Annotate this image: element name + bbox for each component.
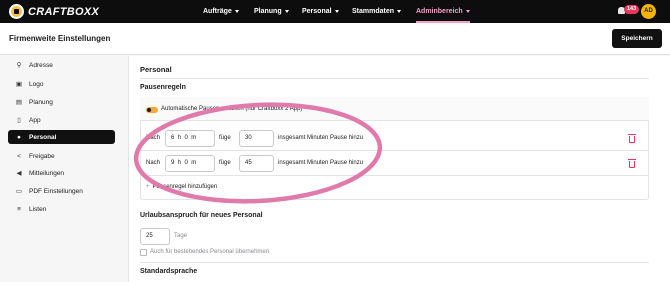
sidebar-item-planung[interactable]: ▤ Planung (8, 95, 115, 109)
apply-existing-label: Auch für bestehendes Personal übernehmen (150, 249, 270, 255)
phone-icon: ▯ (17, 117, 21, 124)
sidebar-item-label: Logo (29, 80, 44, 88)
chevron-down-icon (284, 9, 289, 13)
pause-rule-row (140, 152, 649, 176)
pause-rules-heading: Pausenregeln (140, 84, 186, 91)
plus-icon: + (146, 184, 150, 190)
language-heading: Standardsprache (140, 268, 198, 275)
page-header: Firmenweite Einstellungen Speichern (0, 23, 670, 55)
nav-adminbereich[interactable]: Adminbereich (416, 0, 470, 23)
rule-middle: füge (219, 160, 231, 166)
list-icon: ≡ (17, 205, 21, 213)
nav-stammdaten[interactable]: Stammdaten (352, 0, 402, 23)
page-title: Firmenweite Einstellungen (9, 34, 111, 43)
chevron-down-icon (397, 9, 402, 13)
rule-suffix: insgesamt Minuten Pause hinzu (278, 160, 364, 166)
nav-personal[interactable]: Personal (302, 0, 339, 23)
apply-existing-checkbox[interactable] (140, 249, 147, 256)
brand-name: CRAFTBOXX (28, 5, 100, 18)
nav-auftraege[interactable]: Aufträge (203, 0, 239, 23)
sidebar-item-pdf-einstellungen[interactable]: ▭ PDF Einstellungen (8, 184, 115, 198)
sidebar-item-label: Personal (29, 133, 57, 141)
sidebar-item-label: Freigabe (29, 152, 55, 160)
pause-rule-row (140, 127, 649, 151)
rule-time-input[interactable]: 9h0m (165, 155, 215, 172)
vacation-heading: Urlaubsanspruch für neues Personal (140, 212, 263, 219)
rule-middle: füge (219, 135, 231, 141)
auto-pause-toggle[interactable] (146, 107, 158, 113)
add-pause-rule-button[interactable]: + Pausenregel hinzufügen (146, 184, 217, 190)
nav-planung[interactable]: Planung (254, 0, 289, 23)
chevron-down-icon (465, 9, 470, 13)
share-icon: < (17, 152, 21, 160)
image-icon: ▣ (15, 81, 23, 88)
chevron-down-icon (334, 9, 339, 13)
section-title: Personal (140, 65, 172, 74)
user-icon: ● (17, 133, 21, 141)
map-pin-icon: ⚲ (16, 62, 22, 69)
sidebar-item-freigabe[interactable]: < Freigabe (8, 149, 115, 163)
notification-count-badge: 143 (624, 5, 640, 14)
rule-prefix: Nach (146, 135, 161, 141)
sidebar-item-label: PDF Einstellungen (29, 187, 83, 195)
megaphone-icon: ◀ (16, 170, 22, 177)
rule-minutes-input[interactable]: 45 (239, 155, 274, 172)
top-navigation-bar: CRAFTBOXX Aufträge Planung Personal Stam… (0, 0, 670, 23)
delete-rule-icon[interactable] (628, 159, 636, 168)
sidebar-item-app[interactable]: ▯ App (8, 113, 115, 127)
sidebar-item-label: Planung (29, 98, 53, 106)
section-divider (140, 262, 649, 263)
calendar-icon: ▤ (15, 99, 23, 106)
vacation-unit: Tage (174, 233, 188, 239)
logo-icon (9, 4, 24, 19)
sidebar-item-label: App (29, 116, 41, 124)
document-icon: ▭ (15, 188, 23, 195)
vacation-days-input[interactable]: 25 (140, 228, 170, 245)
sidebar-item-label: Adresse (29, 61, 53, 69)
user-avatar[interactable]: AD (641, 4, 656, 19)
sidebar-item-mitteilungen[interactable]: ◀ Mitteilungen (8, 166, 115, 180)
rule-minutes-input[interactable]: 30 (239, 130, 274, 147)
craftboxx-logo[interactable]: CRAFTBOXX (9, 3, 99, 20)
sidebar-item-logo[interactable]: ▣ Logo (8, 77, 115, 91)
sidebar-item-listen[interactable]: ≡ Listen (8, 202, 115, 216)
add-pause-rule-label: Pausenregel hinzufügen (152, 184, 218, 190)
save-button[interactable]: Speichern (612, 29, 662, 48)
sidebar-item-adresse[interactable]: ⚲ Adresse (8, 58, 115, 72)
sidebar-item-personal[interactable]: ● Personal (8, 130, 115, 144)
sidebar-item-label: Listen (29, 205, 47, 213)
rule-prefix: Nach (146, 160, 161, 166)
chevron-down-icon (234, 9, 239, 13)
rule-time-input[interactable]: 6h0m (165, 130, 215, 147)
auto-pause-toggle-label: Automatische Pausen erstellen (nur Craft… (161, 106, 303, 112)
rule-suffix: insgesamt Minuten Pause hinzu (278, 135, 364, 141)
sidebar-item-label: Mitteilungen (29, 169, 65, 177)
section-divider (140, 78, 649, 79)
delete-rule-icon[interactable] (628, 134, 636, 143)
